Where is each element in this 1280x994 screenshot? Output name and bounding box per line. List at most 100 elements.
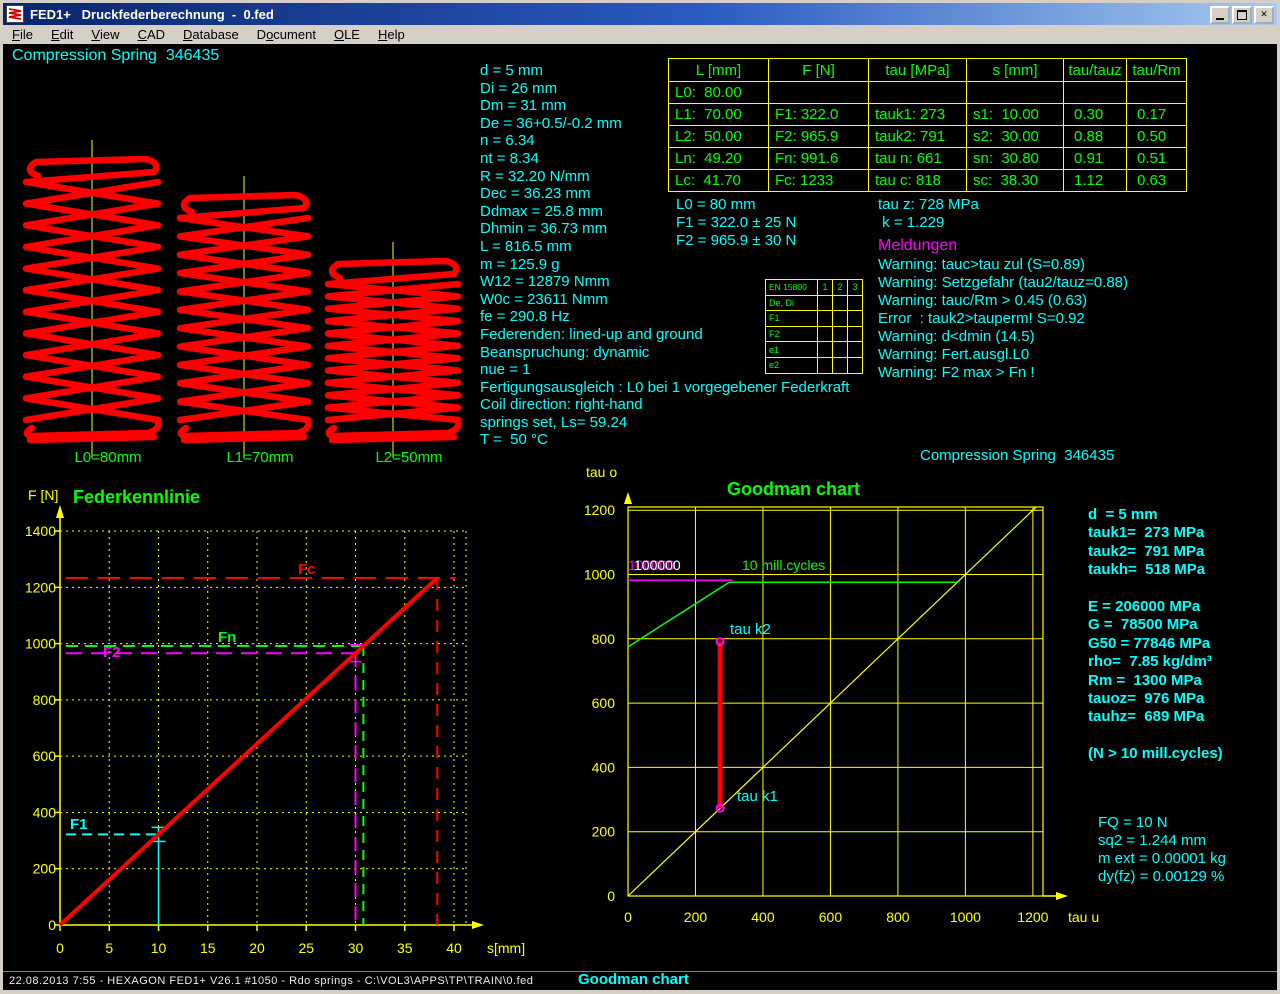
material-line: tauk2= 791 MPa (1088, 543, 1223, 561)
menu-item-database[interactable]: Database (174, 26, 248, 43)
en-table-title: EN 15800 (766, 280, 818, 296)
tolerance-block: L0 = 80 mmF1 = 322.0 ± 25 NF2 = 965.9 ± … (676, 196, 796, 250)
en-table-cell (833, 295, 848, 311)
title-bar[interactable]: FED1+ Druckfederberechnung - 0.fed ✕ (3, 3, 1277, 25)
en-table-col: 2 (833, 280, 848, 296)
table-cell: 0.30 (1064, 104, 1127, 126)
maximize-button[interactable] (1232, 6, 1252, 24)
table-cell: s2: 30.00 (967, 126, 1064, 148)
menu-item-view[interactable]: View (82, 26, 128, 43)
table-cell: sc: 38.30 (967, 170, 1064, 192)
table-cell (967, 82, 1064, 104)
message-line: Warning: tauc/Rm > 0.45 (0.63) (878, 292, 1128, 310)
stress-block: tau z: 728 MPa k = 1.229 (878, 196, 979, 232)
en-table-row: F2 (766, 326, 863, 342)
table-cell: tau n: 661 (869, 148, 967, 170)
table-cell: Lc: 41.70 (669, 170, 769, 192)
en-table-cell (848, 342, 863, 358)
app-icon (6, 5, 24, 23)
en-table-cell (848, 326, 863, 342)
table-row: L2: 50.00F2: 965.9tauk2: 791s2: 30.000.8… (669, 126, 1187, 148)
parameter-line: m = 125.9 g (480, 256, 849, 274)
table-cell: sn: 30.80 (967, 148, 1064, 170)
menu-item-document[interactable]: Document (248, 26, 325, 43)
table-cell: Fn: 991.6 (769, 148, 869, 170)
table-row: Ln: 49.20Fn: 991.6tau n: 661sn: 30.800.9… (669, 148, 1187, 170)
en-table-label: e1 (766, 342, 818, 358)
en-table-col: 1 (818, 280, 833, 296)
message-line: Warning: tauc>tau zul (S=0.89) (878, 256, 1128, 274)
goodman-footer-line1: Goodman chart (578, 972, 912, 988)
en-table-cell (833, 326, 848, 342)
table-cell: tauk1: 273 (869, 104, 967, 126)
column-header: L [mm] (669, 59, 769, 82)
table-cell: 0.51 (1127, 148, 1187, 170)
en-table-cell (818, 311, 833, 327)
material-line: Rm = 1300 MPa (1088, 672, 1223, 690)
table-cell: F2: 965.9 (769, 126, 869, 148)
en-table-cell (848, 357, 863, 373)
table-cell: F1: 322.0 (769, 104, 869, 126)
material-line: tauoz= 976 MPa (1088, 690, 1223, 708)
close-button[interactable]: ✕ (1254, 6, 1274, 24)
material-line: (N > 10 mill.cycles) (1088, 745, 1223, 763)
table-cell: Ln: 49.20 (669, 148, 769, 170)
minimize-button[interactable] (1210, 6, 1230, 24)
material-line: tauhz= 689 MPa (1088, 708, 1223, 726)
menu-bar: FileEditViewCADDatabaseDocumentOLEHelp (3, 25, 1277, 44)
material-panel: d = 5 mmtauk1= 273 MPatauk2= 791 MPatauk… (1088, 506, 1223, 764)
table-cell (869, 82, 967, 104)
en-table-cell (818, 326, 833, 342)
table-cell: 0.91 (1064, 148, 1127, 170)
en-table-row: De, Di (766, 295, 863, 311)
parameter-line: Fertigungsausgleich : L0 bei 1 vorgegebe… (480, 379, 849, 397)
material-line: d = 5 mm (1088, 506, 1223, 524)
menu-item-help[interactable]: Help (369, 26, 414, 43)
menu-item-file[interactable]: File (3, 26, 42, 43)
table-row: Lc: 41.70Fc: 1233tau c: 818sc: 38.301.12… (669, 170, 1187, 192)
en15800-table: EN 15800123De, Di F1 F2 e1 e2 (765, 279, 863, 374)
table-row: L0: 80.00 (669, 82, 1187, 104)
table-cell: 1.12 (1064, 170, 1127, 192)
en-table-cell (833, 342, 848, 358)
fq-line: FQ = 10 N (1098, 814, 1226, 832)
message-line: Error : tauk2>tauperm! S=0.92 (878, 310, 1128, 328)
menu-item-edit[interactable]: Edit (42, 26, 82, 43)
table-cell (1127, 82, 1187, 104)
table-cell: 0.63 (1127, 170, 1187, 192)
table-cell: tau c: 818 (869, 170, 967, 192)
drawing-title: Compression Spring 346435 (12, 47, 219, 65)
en-table-col: 3 (848, 280, 863, 296)
en-table-cell (818, 357, 833, 373)
material-line: G50 = 77846 MPa (1088, 635, 1223, 653)
en-table-label: F2 (766, 326, 818, 342)
en-table-cell (848, 295, 863, 311)
table-cell: 0.88 (1064, 126, 1127, 148)
column-header: F [N] (769, 59, 869, 82)
subtitle: Compression Spring 346435 (920, 447, 1114, 464)
window-title: FED1+ Druckfederberechnung - 0.fed (30, 7, 274, 22)
en-table-label: De, Di (766, 295, 818, 311)
material-line: G = 78500 MPa (1088, 616, 1223, 634)
messages-block: MeldungenWarning: tauc>tau zul (S=0.89)W… (878, 236, 1128, 382)
fq-line: dy(fz) = 0.00129 % (1098, 868, 1226, 886)
goodman-footer: Goodman chart EN 10089-38Si7 (DIN 17221 … (578, 940, 912, 994)
fq-line: sq2 = 1.244 mm (1098, 832, 1226, 850)
en-table-label: e2 (766, 357, 818, 373)
results-table: L [mm]F [N]tau [MPa]s [mm]tau/tauztau/Rm… (668, 58, 1187, 192)
stress-line: tau z: 728 MPa (878, 196, 979, 214)
material-line (1088, 580, 1223, 598)
material-line: taukh= 518 MPa (1088, 561, 1223, 579)
menu-item-cad[interactable]: CAD (129, 26, 174, 43)
table-cell: L2: 50.00 (669, 126, 769, 148)
table-header-row: L [mm]F [N]tau [MPa]s [mm]tau/tauztau/Rm (669, 59, 1187, 82)
en-table-cell (848, 311, 863, 327)
table-cell: L1: 70.00 (669, 104, 769, 126)
table-row: L1: 70.00F1: 322.0tauk1: 273s1: 10.000.3… (669, 104, 1187, 126)
table-cell (1064, 82, 1127, 104)
menu-item-ole[interactable]: OLE (325, 26, 369, 43)
table-cell: 0.50 (1127, 126, 1187, 148)
tolerance-line: L0 = 80 mm (676, 196, 796, 214)
en-table-cell (818, 342, 833, 358)
app-window: FED1+ Druckfederberechnung - 0.fed ✕ Fil… (0, 0, 1280, 994)
